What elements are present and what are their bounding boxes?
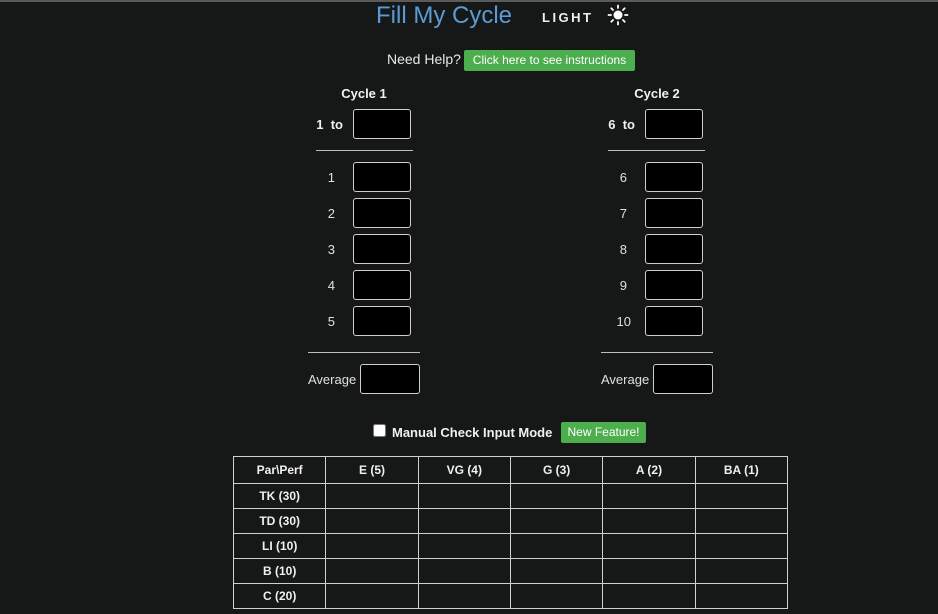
manual-mode-checkbox[interactable]: [373, 424, 386, 437]
cycle-2-number-label: 8: [619, 242, 627, 257]
table-cell[interactable]: [417, 533, 511, 559]
cycle-2-input-9[interactable]: [645, 270, 703, 300]
need-help-label: Need Help?: [387, 51, 461, 67]
column-header: E (5): [325, 456, 419, 484]
row-label: LI (10): [232, 533, 327, 559]
manual-mode-label: Manual Check Input Mode: [392, 425, 553, 440]
table-cell[interactable]: [417, 558, 511, 584]
cycle-1-input-1[interactable]: [353, 162, 411, 192]
cycle-1-input-3[interactable]: [353, 234, 411, 264]
cycle-1-divider-top: [316, 150, 413, 151]
table-cell[interactable]: [602, 508, 696, 534]
table-cell[interactable]: [602, 558, 696, 584]
cycle-1-range-end-input[interactable]: [353, 109, 411, 139]
table-cell[interactable]: [325, 533, 419, 559]
cycle-1-number-label: 3: [327, 242, 335, 257]
page-title: Fill My Cycle: [376, 2, 512, 29]
grading-table: Par\Perf E (5) VG (4) G (3) A (2) BA (1)…: [232, 456, 789, 609]
table-cell[interactable]: [325, 558, 419, 584]
cycle-1-range-start: 1: [316, 117, 324, 132]
column-header: G (3): [509, 456, 604, 484]
cycle-2-average-input[interactable]: [653, 364, 713, 394]
cycle-2-input-8[interactable]: [645, 234, 703, 264]
cycle-1-divider-bottom: [308, 352, 420, 353]
table-row: B (10): [232, 558, 789, 584]
table-cell[interactable]: [417, 583, 511, 609]
cycle-2-number-label: 9: [619, 278, 627, 293]
table-cell[interactable]: [509, 558, 604, 584]
new-feature-button[interactable]: New Feature!: [561, 422, 646, 443]
row-label: C (20): [232, 583, 327, 609]
table-cell[interactable]: [509, 583, 604, 609]
cycle-1-number-label: 5: [327, 314, 335, 329]
table-cell[interactable]: [325, 583, 419, 609]
cycle-2-input-10[interactable]: [645, 306, 703, 336]
table-cell[interactable]: [694, 508, 789, 534]
cycle-1-number-label: 2: [327, 206, 335, 221]
theme-toggle-label[interactable]: LIGHT: [542, 10, 594, 26]
cycle-1-number-label: 4: [327, 278, 335, 293]
cycle-1-input-4[interactable]: [353, 270, 411, 300]
table-row: TK (30): [232, 483, 789, 509]
table-cell[interactable]: [602, 533, 696, 559]
column-header: A (2): [602, 456, 696, 484]
table-cell[interactable]: [694, 533, 789, 559]
instructions-button[interactable]: Click here to see instructions: [464, 50, 635, 71]
cycle-2-divider-top: [608, 150, 705, 151]
table-header-row: Par\Perf E (5) VG (4) G (3) A (2) BA (1): [232, 456, 789, 484]
table-cell[interactable]: [325, 508, 419, 534]
cycle-2-average-label: Average: [601, 372, 650, 387]
row-label: TD (30): [232, 508, 327, 534]
table-cell[interactable]: [694, 583, 789, 609]
cycle-2-range-word: to: [622, 117, 635, 132]
cycle-2-number-label: 10: [616, 314, 631, 329]
cycle-2-input-6[interactable]: [645, 162, 703, 192]
table-cell[interactable]: [602, 583, 696, 609]
cycle-1-range-word: to: [330, 117, 343, 132]
table-cell[interactable]: [325, 483, 419, 509]
cycle-2-title: Cycle 2: [634, 86, 680, 101]
table-cell[interactable]: [509, 508, 604, 534]
table-row: LI (10): [232, 533, 789, 559]
table-cell[interactable]: [694, 483, 789, 509]
cycle-1-input-2[interactable]: [353, 198, 411, 228]
column-header: Par\Perf: [232, 456, 327, 484]
cycle-2-number-label: 7: [619, 206, 627, 221]
cycle-1-average-label: Average: [308, 372, 357, 387]
cycle-2-range-start: 6: [608, 117, 616, 132]
table-cell[interactable]: [694, 558, 789, 584]
table-cell[interactable]: [602, 483, 696, 509]
column-header: VG (4): [417, 456, 511, 484]
table-cell[interactable]: [509, 483, 604, 509]
sun-icon[interactable]: [607, 4, 629, 26]
column-header: BA (1): [694, 456, 789, 484]
cycle-2-range-label: 6 to: [595, 117, 635, 133]
table-cell[interactable]: [509, 533, 604, 559]
cycle-2-input-7[interactable]: [645, 198, 703, 228]
cycle-2-number-label: 6: [619, 170, 627, 185]
row-label: B (10): [232, 558, 327, 584]
table-cell[interactable]: [417, 508, 511, 534]
cycle-2-range-end-input[interactable]: [645, 109, 703, 139]
cycle-1-number-label: 1: [327, 170, 335, 185]
row-label: TK (30): [232, 483, 327, 509]
cycle-2-divider-bottom: [601, 352, 713, 353]
cycle-1-input-5[interactable]: [353, 306, 411, 336]
cycle-1-range-label: 1 to: [303, 117, 343, 133]
cycle-1-average-input[interactable]: [360, 364, 420, 394]
cycle-1-title: Cycle 1: [341, 86, 387, 101]
table-cell[interactable]: [417, 483, 511, 509]
table-row: TD (30): [232, 508, 789, 534]
table-row: C (20): [232, 583, 789, 609]
